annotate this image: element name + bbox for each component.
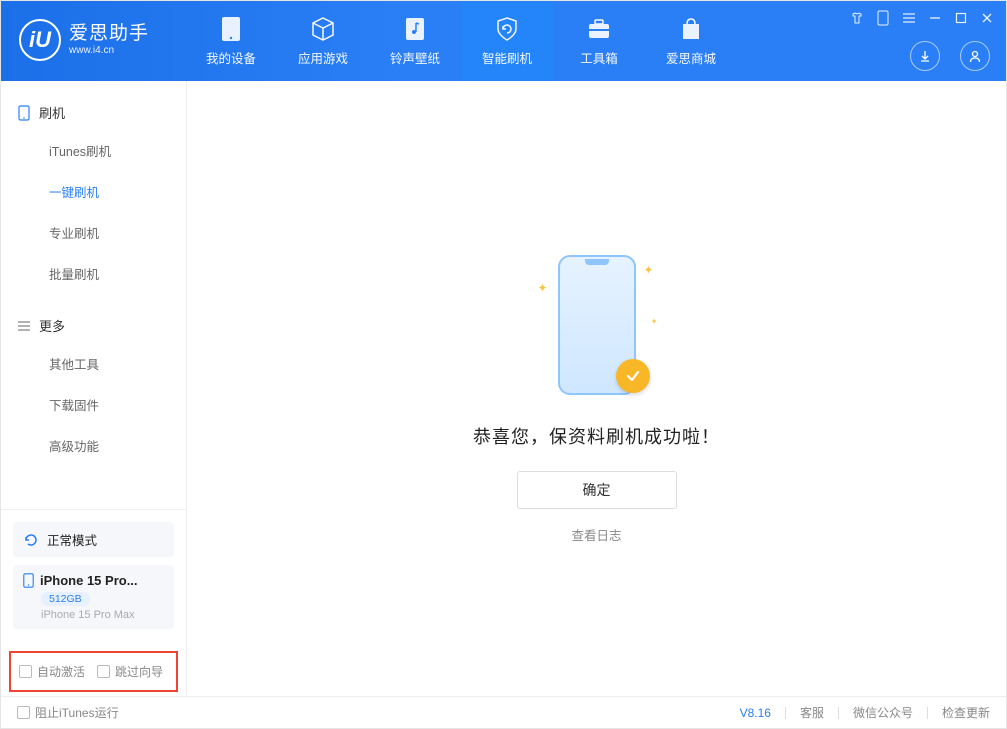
nav-label: 我的设备 (206, 48, 256, 67)
support-link[interactable]: 客服 (800, 704, 824, 721)
user-icon[interactable] (960, 41, 990, 71)
checkbox-skip-wizard[interactable]: 跳过向导 (97, 663, 163, 680)
footer-right: V8.16 客服 微信公众号 检查更新 (740, 704, 990, 721)
nav-label: 铃声壁纸 (390, 48, 440, 67)
nav-label: 爱思商城 (666, 48, 716, 67)
phone-icon (218, 16, 244, 42)
sidebar-item-itunes-flash[interactable]: iTunes刷机 (1, 130, 186, 171)
device-icon (17, 106, 31, 120)
checkbox-icon (97, 665, 110, 678)
device-block: 正常模式 iPhone 15 Pro... 512GB iPhone 15 Pr… (1, 509, 186, 641)
sidebar-item-advanced[interactable]: 高级功能 (1, 425, 186, 466)
app-header: iU 爱思助手 www.i4.cn 我的设备 应用游戏 铃声壁纸 (1, 1, 1006, 81)
minimize-icon[interactable] (926, 9, 944, 27)
group-title: 更多 (39, 316, 65, 335)
briefcase-icon (586, 16, 612, 42)
nav-store[interactable]: 爱思商城 (645, 1, 737, 81)
sidebar: 刷机 iTunes刷机 一键刷机 专业刷机 批量刷机 更多 其他工具 下载固件 … (1, 81, 187, 696)
sidebar-item-pro-flash[interactable]: 专业刷机 (1, 212, 186, 253)
success-panel: ✦ ✦ ✦ 恭喜您，保资料刷机成功啦！ 确定 查看日志 (187, 81, 1006, 544)
checkbox-block-itunes[interactable]: 阻止iTunes运行 (17, 704, 119, 721)
view-log-link[interactable]: 查看日志 (571, 525, 621, 544)
device-name: iPhone 15 Pro... (23, 573, 164, 588)
device-fullname: iPhone 15 Pro Max (41, 609, 164, 621)
header-actions (910, 41, 990, 71)
ok-button[interactable]: 确定 (517, 471, 677, 509)
device-row[interactable]: iPhone 15 Pro... 512GB iPhone 15 Pro Max (13, 565, 174, 629)
nav-label: 工具箱 (580, 48, 618, 67)
separator (838, 707, 839, 719)
body: 刷机 iTunes刷机 一键刷机 专业刷机 批量刷机 更多 其他工具 下载固件 … (1, 81, 1006, 696)
logo-icon: iU (19, 19, 61, 61)
shopping-bag-icon (678, 16, 704, 42)
nav-label: 应用游戏 (298, 48, 348, 67)
checkbox-icon (19, 665, 32, 678)
mini-mode-icon[interactable] (874, 9, 892, 27)
separator (927, 707, 928, 719)
device-mode-row[interactable]: 正常模式 (13, 522, 174, 557)
phone-illustration: ✦ ✦ ✦ (542, 251, 652, 401)
nav-label: 智能刷机 (482, 48, 532, 67)
check-badge-icon (616, 359, 650, 393)
success-message: 恭喜您，保资料刷机成功啦！ (473, 423, 720, 449)
sidebar-item-download-firmware[interactable]: 下载固件 (1, 384, 186, 425)
logo-text: 爱思助手 www.i4.cn (69, 23, 149, 56)
music-note-icon (402, 16, 428, 42)
logo-area: iU 爱思助手 www.i4.cn (1, 1, 167, 61)
skin-icon[interactable] (848, 9, 866, 27)
top-nav: 我的设备 应用游戏 铃声壁纸 智能刷机 工具箱 (185, 1, 737, 81)
device-mode: 正常模式 (47, 530, 97, 549)
checkbox-auto-activate[interactable]: 自动激活 (19, 663, 85, 680)
maximize-icon[interactable] (952, 9, 970, 27)
window-controls (848, 9, 996, 27)
app-name: 爱思助手 (69, 23, 149, 45)
menu-lines-icon (17, 319, 31, 333)
nav-apps-games[interactable]: 应用游戏 (277, 1, 369, 81)
wechat-link[interactable]: 微信公众号 (853, 704, 913, 721)
nav-toolbox[interactable]: 工具箱 (553, 1, 645, 81)
nav-my-device[interactable]: 我的设备 (185, 1, 277, 81)
sidebar-item-oneclick-flash[interactable]: 一键刷机 (1, 171, 186, 212)
group-title: 刷机 (39, 103, 65, 122)
checkbox-icon (17, 706, 30, 719)
nav-ringtones[interactable]: 铃声壁纸 (369, 1, 461, 81)
sidebar-item-other-tools[interactable]: 其他工具 (1, 343, 186, 384)
footer: 阻止iTunes运行 V8.16 客服 微信公众号 检查更新 (1, 696, 1006, 728)
close-icon[interactable] (978, 9, 996, 27)
sidebar-group-more: 更多 其他工具 下载固件 高级功能 (1, 294, 186, 466)
group-header-more[interactable]: 更多 (1, 308, 186, 343)
cube-icon (310, 16, 336, 42)
version-label: V8.16 (740, 706, 771, 720)
refresh-icon (23, 532, 39, 548)
separator (785, 707, 786, 719)
sidebar-item-batch-flash[interactable]: 批量刷机 (1, 253, 186, 294)
main-panel: ✦ ✦ ✦ 恭喜您，保资料刷机成功啦！ 确定 查看日志 (187, 81, 1006, 696)
storage-badge: 512GB (41, 592, 90, 606)
sidebar-group-flash: 刷机 iTunes刷机 一键刷机 专业刷机 批量刷机 (1, 81, 186, 294)
download-icon[interactable] (910, 41, 940, 71)
shield-refresh-icon (494, 16, 520, 42)
flash-options-highlighted: 自动激活 跳过向导 (9, 651, 178, 692)
menu-icon[interactable] (900, 9, 918, 27)
check-update-link[interactable]: 检查更新 (942, 704, 990, 721)
phone-small-icon (23, 573, 34, 588)
app-site: www.i4.cn (69, 45, 149, 57)
group-header-flash[interactable]: 刷机 (1, 95, 186, 130)
nav-flash[interactable]: 智能刷机 (461, 1, 553, 81)
